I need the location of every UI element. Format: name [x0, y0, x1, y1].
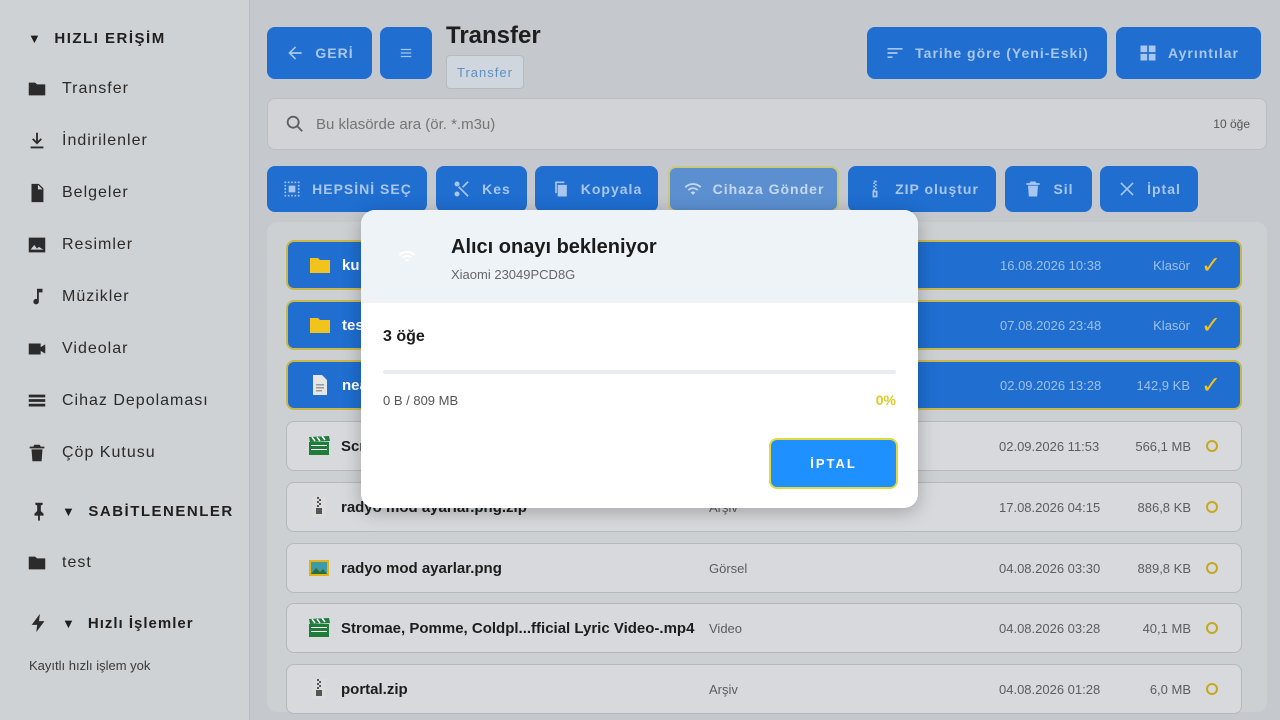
- sort-button[interactable]: Tarihe göre (Yeni-Eski): [867, 27, 1107, 79]
- view-mode-button[interactable]: Ayrıntılar: [1116, 27, 1261, 79]
- cut-button[interactable]: Kes: [436, 166, 527, 212]
- document-icon: [31, 183, 44, 203]
- folder-icon: [28, 82, 46, 96]
- file-row[interactable]: portal.zip Arşiv 04.08.2026 01:28 6,0 MB: [286, 664, 1242, 714]
- menu-icon: [400, 48, 412, 58]
- page-title: Transfer: [446, 22, 541, 49]
- unselected-circle-icon: [1206, 562, 1218, 574]
- menu-button[interactable]: [380, 27, 432, 79]
- arrow-left-icon: [288, 46, 303, 60]
- sidebar: ▼ HIZLI ERİŞİM Transfer İndirilenler Bel…: [0, 0, 250, 720]
- transfer-dialog: Alıcı onayı bekleniyor Xiaomi 23049PCD8G…: [361, 210, 918, 508]
- file-row[interactable]: Stromae, Pomme, Coldpl...fficial Lyric V…: [286, 603, 1242, 653]
- folder-icon: [28, 556, 46, 570]
- collapse-triangle-icon: ▼: [62, 615, 76, 631]
- sidebar-item-music[interactable]: Müzikler: [26, 286, 130, 308]
- archive-file-icon: [312, 497, 326, 517]
- unselected-circle-icon: [1206, 683, 1218, 695]
- select-all-button[interactable]: HEPSİNİ SEÇ: [267, 166, 427, 212]
- dialog-header: Alıcı onayı bekleniyor Xiaomi 23049PCD8G: [361, 210, 918, 303]
- image-file-icon: [309, 560, 329, 576]
- copy-icon: [554, 181, 567, 197]
- sidebar-item-transfer[interactable]: Transfer: [26, 78, 129, 100]
- select-all-icon: [284, 181, 300, 197]
- grid-icon: [1140, 45, 1156, 61]
- lightning-icon: [31, 613, 45, 633]
- close-icon: [1120, 182, 1134, 196]
- item-count: 3 öğe: [383, 328, 425, 345]
- wifi-icon: [684, 183, 701, 195]
- video-file-icon: [309, 617, 330, 637]
- sidebar-item-images[interactable]: Resimler: [26, 234, 133, 256]
- music-icon: [33, 288, 43, 305]
- archive-file-icon: [312, 679, 326, 699]
- collapse-triangle-icon: ▼: [62, 503, 77, 519]
- file-row[interactable]: radyo mod ayarlar.png Görsel 04.08.2026 …: [286, 543, 1242, 593]
- download-icon: [30, 132, 44, 149]
- storage-icon: [28, 394, 46, 407]
- sidebar-item-downloads[interactable]: İndirilenler: [26, 130, 148, 152]
- cancel-transfer-button[interactable]: İPTAL: [769, 438, 898, 489]
- check-icon: ✓: [1200, 311, 1222, 339]
- progress-bar: [383, 370, 896, 374]
- breadcrumb[interactable]: Transfer: [446, 55, 524, 89]
- dialog-title: Alıcı onayı bekleniyor: [451, 236, 657, 258]
- target-device: Xiaomi 23049PCD8G: [451, 267, 576, 282]
- transfer-size: 0 B / 809 MB: [383, 393, 459, 408]
- search-input[interactable]: [316, 115, 1214, 133]
- sidebar-item-documents[interactable]: Belgeler: [26, 182, 129, 204]
- item-count: 10 öğe: [1213, 117, 1250, 131]
- unselected-circle-icon: [1206, 622, 1218, 634]
- search-bar: 10 öğe: [267, 98, 1267, 150]
- back-button[interactable]: GERİ: [267, 27, 372, 79]
- sidebar-item-videos[interactable]: Videolar: [26, 338, 128, 360]
- cancel-selection-button[interactable]: İptal: [1100, 166, 1198, 212]
- send-to-device-button[interactable]: Cihaza Gönder: [668, 166, 839, 212]
- pin-icon: [34, 502, 44, 522]
- check-icon: ✓: [1200, 251, 1222, 279]
- image-icon: [28, 237, 46, 253]
- text-file-icon: [313, 375, 327, 395]
- folder-icon: [310, 258, 330, 273]
- sidebar-item-test[interactable]: test: [26, 552, 92, 574]
- quick-actions-header[interactable]: ▼ Hızlı İşlemler: [28, 612, 194, 634]
- search-icon: [286, 115, 303, 132]
- sort-icon: [887, 48, 903, 58]
- video-file-icon: [309, 435, 330, 455]
- trash-icon: [29, 444, 45, 462]
- sidebar-item-trash[interactable]: Çöp Kutusu: [26, 442, 156, 464]
- unselected-circle-icon: [1206, 501, 1218, 513]
- wifi-icon: [398, 250, 416, 262]
- progress-percent: 0%: [875, 392, 896, 408]
- quick-access-header[interactable]: ▼ HIZLI ERİŞİM: [28, 30, 166, 47]
- unselected-circle-icon: [1206, 440, 1218, 452]
- trash-icon: [1026, 181, 1041, 197]
- copy-button[interactable]: Kopyala: [535, 166, 658, 212]
- pinned-header[interactable]: ▼ SABİTLENENLER: [28, 500, 234, 522]
- folder-icon: [310, 318, 330, 333]
- sidebar-item-storage[interactable]: Cihaz Depolaması: [26, 390, 209, 412]
- check-icon: ✓: [1200, 371, 1222, 399]
- zip-icon: [872, 180, 878, 198]
- quick-actions-empty: Kayıtlı hızlı işlem yok: [29, 658, 151, 673]
- scissors-icon: [454, 181, 469, 197]
- collapse-triangle-icon: ▼: [28, 31, 43, 46]
- video-icon: [28, 343, 46, 355]
- create-zip-button[interactable]: ZIP oluştur: [848, 166, 996, 212]
- delete-button[interactable]: Sil: [1005, 166, 1092, 212]
